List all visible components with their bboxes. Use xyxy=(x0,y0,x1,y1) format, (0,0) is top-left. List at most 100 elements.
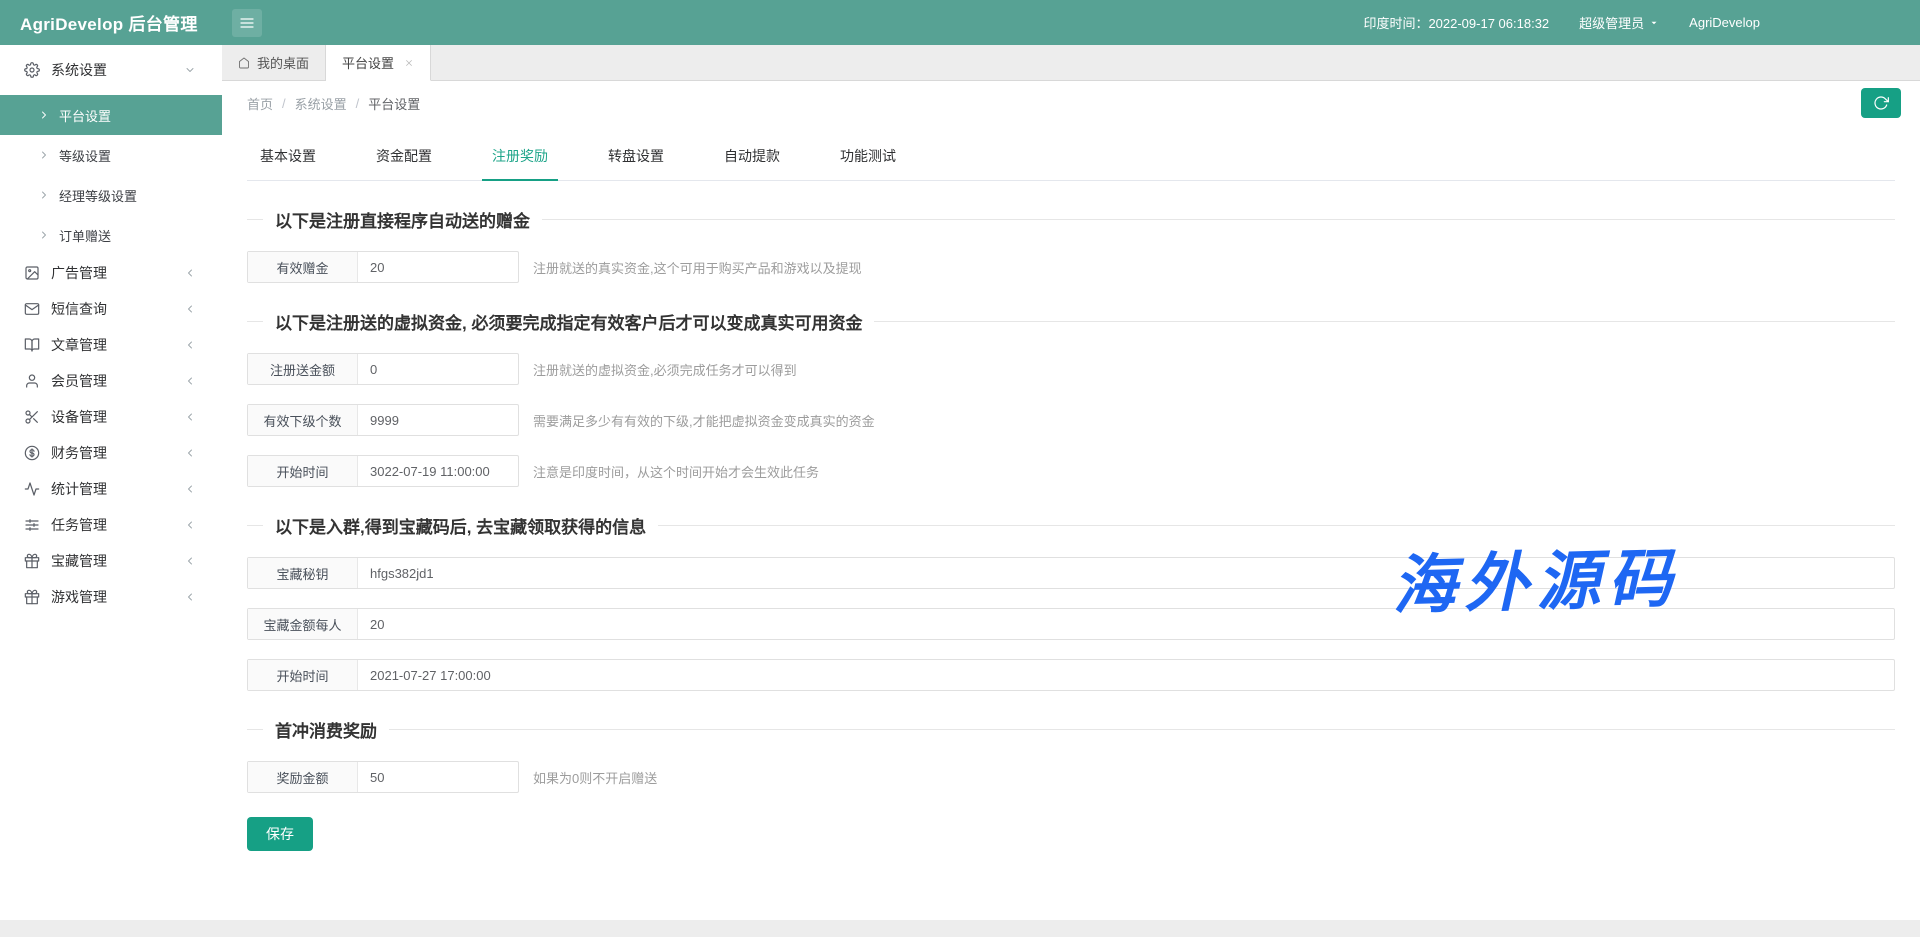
sidebar: 系统设置平台设置等级设置经理等级设置订单赠送广告管理短信查询文章管理会员管理设备… xyxy=(0,45,222,920)
role-dropdown[interactable]: 超级管理员 xyxy=(1579,13,1659,32)
topbar: AgriDevelop 后台管理 印度时间：2022-09-17 06:18:3… xyxy=(0,0,1920,45)
section-title: 以下是注册直接程序自动送的赠金 xyxy=(247,207,1895,232)
form-field-row: 宝藏金额每人 xyxy=(247,608,1895,640)
sidebar-sub-item[interactable]: 经理等级设置 xyxy=(0,175,222,215)
sidebar-item[interactable]: 设备管理 xyxy=(0,399,222,435)
role-label: 超级管理员 xyxy=(1579,13,1644,32)
caret-down-icon xyxy=(1649,18,1659,28)
settings-tab[interactable]: 资金配置 xyxy=(366,146,442,180)
field-hint: 注册就送的虚拟资金,必须完成任务才可以得到 xyxy=(533,360,797,379)
save-button[interactable]: 保存 xyxy=(247,817,313,851)
account-name[interactable]: AgriDevelop xyxy=(1689,15,1760,30)
field-hint: 注册就送的真实资金,这个可用于购买产品和游戏以及提现 xyxy=(533,258,862,277)
sidebar-sub-item[interactable]: 订单赠送 xyxy=(0,215,222,255)
mail-icon xyxy=(24,301,40,317)
scissors-icon xyxy=(24,409,40,425)
section-title: 以下是注册送的虚拟资金, 必须要完成指定有效客户后才可以变成真实可用资金 xyxy=(247,309,1895,334)
sidebar-sub-item-label: 平台设置 xyxy=(59,106,111,125)
home-icon xyxy=(238,57,250,69)
chevron-left-icon xyxy=(184,267,196,279)
sidebar-item[interactable]: 文章管理 xyxy=(0,327,222,363)
settings-tab[interactable]: 自动提款 xyxy=(714,146,790,180)
gift-icon xyxy=(24,589,40,605)
refresh-icon xyxy=(1873,95,1889,111)
chevron-down-icon xyxy=(184,64,196,76)
chevron-left-icon xyxy=(184,375,196,387)
window-tab-label: 我的桌面 xyxy=(257,53,309,72)
field-label: 注册送金额 xyxy=(248,354,358,384)
sidebar-item[interactable]: 广告管理 xyxy=(0,255,222,291)
form-field-row: 宝藏秘钥 xyxy=(247,557,1895,589)
field-label: 宝藏秘钥 xyxy=(248,558,358,588)
chevron-left-icon xyxy=(184,519,196,531)
gear-icon xyxy=(24,62,40,78)
sidebar-item[interactable]: 游戏管理 xyxy=(0,579,222,615)
sidebar-sub-item-label: 经理等级设置 xyxy=(59,186,137,205)
tab-strip: 我的桌面 平台设置 xyxy=(222,45,1920,81)
refresh-button[interactable] xyxy=(1861,88,1901,118)
sidebar-item[interactable]: 财务管理 xyxy=(0,435,222,471)
breadcrumb-separator: / xyxy=(282,96,286,111)
sidebar-menu: 系统设置平台设置等级设置经理等级设置订单赠送广告管理短信查询文章管理会员管理设备… xyxy=(0,45,222,615)
app-title: AgriDevelop 后台管理 xyxy=(0,10,222,35)
field-label: 开始时间 xyxy=(248,660,358,690)
server-time: 印度时间：2022-09-17 06:18:32 xyxy=(1363,13,1549,32)
form-field-row: 开始时间注意是印度时间，从这个时间开始才会生效此任务 xyxy=(247,455,1895,487)
field-input[interactable] xyxy=(358,456,518,486)
field-input[interactable] xyxy=(358,660,1894,690)
field-box: 宝藏金额每人 xyxy=(247,608,1895,640)
sidebar-item-label: 财务管理 xyxy=(51,443,107,463)
field-input[interactable] xyxy=(358,609,1894,639)
sidebar-item-label: 任务管理 xyxy=(51,515,107,535)
sidebar-toggle-button[interactable] xyxy=(232,9,262,37)
form-field-row: 有效赠金 注册就送的真实资金,这个可用于购买产品和游戏以及提现 xyxy=(247,251,1895,283)
settings-tab[interactable]: 转盘设置 xyxy=(598,146,674,180)
window-tab[interactable]: 我的桌面 xyxy=(222,45,326,80)
form-field-row: 开始时间 xyxy=(247,659,1895,691)
sidebar-sub-item[interactable]: 等级设置 xyxy=(0,135,222,175)
field-box: 注册送金额 xyxy=(247,353,519,385)
chevron-left-icon xyxy=(184,483,196,495)
field-input[interactable] xyxy=(358,354,518,384)
chevron-right-icon xyxy=(38,229,50,241)
breadcrumb-item[interactable]: 首页 xyxy=(247,94,273,113)
settings-tab[interactable]: 功能测试 xyxy=(830,146,906,180)
breadcrumb-item: 平台设置 xyxy=(368,94,420,113)
chevron-right-icon xyxy=(38,189,50,201)
breadcrumb-item[interactable]: 系统设置 xyxy=(295,94,347,113)
sidebar-item[interactable]: 统计管理 xyxy=(0,471,222,507)
sidebar-item[interactable]: 系统设置 xyxy=(0,45,222,95)
image-icon xyxy=(24,265,40,281)
sidebar-sub-item[interactable]: 平台设置 xyxy=(0,95,222,135)
form-field-row: 有效下级个数需要满足多少有有效的下级,才能把虚拟资金变成真实的资金 xyxy=(247,404,1895,436)
chevron-right-icon xyxy=(38,149,50,161)
sidebar-item[interactable]: 宝藏管理 xyxy=(0,543,222,579)
sidebar-item-label: 广告管理 xyxy=(51,263,107,283)
chevron-left-icon xyxy=(184,447,196,459)
field-input[interactable] xyxy=(358,405,518,435)
field-input[interactable] xyxy=(358,762,518,792)
sidebar-item[interactable]: 任务管理 xyxy=(0,507,222,543)
field-input[interactable] xyxy=(358,252,518,282)
field-input[interactable] xyxy=(358,558,1894,588)
field-label: 奖励金额 xyxy=(248,762,358,792)
form-sections: 以下是注册直接程序自动送的赠金有效赠金 注册就送的真实资金,这个可用于购买产品和游… xyxy=(247,207,1895,793)
field-box: 有效赠金 xyxy=(247,251,519,283)
gift-icon xyxy=(24,553,40,569)
window-tab[interactable]: 平台设置 xyxy=(326,45,431,81)
settings-tab[interactable]: 基本设置 xyxy=(250,146,326,180)
breadcrumb-bar: 首页/系统设置/平台设置 xyxy=(222,81,1920,125)
sidebar-item[interactable]: 会员管理 xyxy=(0,363,222,399)
settings-tab[interactable]: 注册奖励 xyxy=(482,146,558,181)
chevron-left-icon xyxy=(184,555,196,567)
field-label: 有效赠金 xyxy=(248,252,358,282)
sidebar-item-label: 会员管理 xyxy=(51,371,107,391)
sidebar-sub-item-label: 订单赠送 xyxy=(59,226,111,245)
sidebar-item-label: 游戏管理 xyxy=(51,587,107,607)
breadcrumb: 首页/系统设置/平台设置 xyxy=(247,94,420,113)
main-area: 我的桌面平台设置 首页/系统设置/平台设置 基本设置资金配置注册奖励转盘设置自动… xyxy=(222,45,1920,920)
form-field-row: 奖励金额如果为0则不开启赠送 xyxy=(247,761,1895,793)
sidebar-item[interactable]: 短信查询 xyxy=(0,291,222,327)
close-tab-icon[interactable] xyxy=(404,58,414,68)
window-tab-label: 平台设置 xyxy=(342,53,394,72)
